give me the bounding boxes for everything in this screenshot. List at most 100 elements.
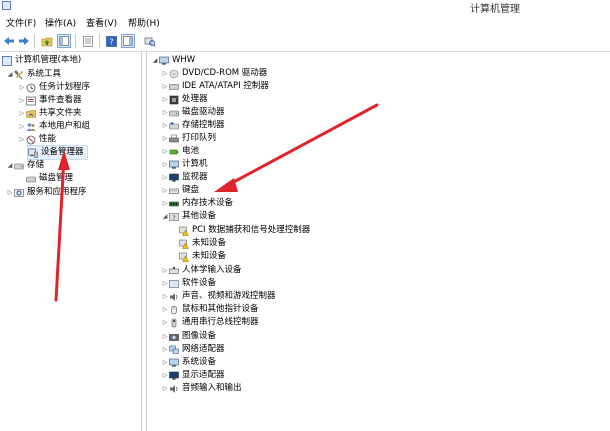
device-dvd-cdrom[interactable]: ▷ DVD/CD-ROM 驱动器 — [161, 67, 268, 80]
up-folder-icon[interactable] — [40, 34, 54, 48]
device-manager-icon — [28, 148, 38, 158]
menu-action[interactable]: 操作(A) — [45, 16, 76, 29]
ide-controller-icon — [169, 82, 179, 92]
tools-icon — [14, 69, 24, 80]
device-batteries[interactable]: ▷ 电池 — [161, 145, 199, 158]
collapse-arrow-icon[interactable]: ▷ — [6, 186, 14, 199]
expand-arrow-icon[interactable]: ◢ — [6, 68, 14, 81]
collapse-arrow-icon[interactable]: ▷ — [161, 303, 169, 316]
collapse-arrow-icon[interactable]: ▷ — [161, 330, 169, 343]
device-monitors[interactable]: ▷ 监视器 — [161, 171, 208, 184]
mouse-icon — [169, 305, 179, 315]
tree-event-viewer[interactable]: ▷ 事件查看器 — [18, 94, 82, 107]
speaker-icon — [169, 292, 179, 302]
show-hide-tree-icon[interactable] — [57, 34, 71, 48]
device-display-adapters[interactable]: ▷ 显示适配器 — [161, 369, 225, 382]
collapse-arrow-icon[interactable]: ▷ — [161, 106, 169, 119]
warning-device-icon — [179, 239, 189, 249]
device-system-devices[interactable]: ▷ 系统设备 — [161, 356, 216, 369]
collapse-arrow-icon[interactable]: ▷ — [161, 132, 169, 145]
collapse-arrow-icon[interactable]: ▷ — [161, 145, 169, 158]
hid-icon — [169, 266, 179, 276]
expand-arrow-icon[interactable]: ◢ — [161, 210, 169, 223]
device-disk-drives[interactable]: ▷ 磁盘驱动器 — [161, 106, 225, 119]
collapse-arrow-icon[interactable]: ▷ — [161, 158, 169, 171]
device-keyboards[interactable]: ▷ 键盘 — [161, 184, 199, 197]
collapse-arrow-icon[interactable]: ▷ — [161, 197, 169, 210]
back-arrow-icon[interactable] — [2, 34, 16, 48]
disk-drive-icon — [169, 108, 179, 118]
menu-view[interactable]: 查看(V) — [86, 16, 117, 29]
warning-device-icon — [179, 252, 189, 262]
collapse-arrow-icon[interactable]: ▷ — [18, 120, 26, 133]
device-usb-controllers[interactable]: ▷ 通用串行总线控制器 — [161, 316, 259, 329]
collapse-arrow-icon[interactable]: ▷ — [18, 133, 26, 146]
menu-help[interactable]: 帮助(H) — [128, 16, 160, 29]
help-icon[interactable]: ? — [104, 34, 118, 48]
menu-file[interactable]: 文件(F) — [6, 16, 36, 29]
tree-local-users-groups[interactable]: ▷ 本地用户和组 — [18, 120, 90, 133]
device-processors[interactable]: ▷ 处理器 — [161, 93, 208, 106]
collapse-arrow-icon[interactable]: ▷ — [18, 94, 26, 107]
device-imaging[interactable]: ▷ 图像设备 — [161, 330, 216, 343]
toolbar-separator — [75, 34, 76, 48]
forward-arrow-icon[interactable] — [17, 34, 31, 48]
tree-task-scheduler[interactable]: ▷ 任务计划程序 — [18, 81, 90, 94]
menu-bar: 文件(F) 操作(A) 查看(V) 帮助(H) — [0, 14, 610, 31]
svg-text:?: ? — [172, 213, 175, 221]
device-network-adapters[interactable]: ▷ 网络适配器 — [161, 343, 225, 356]
device-audio-io[interactable]: ▷ 音频输入和输出 — [161, 382, 242, 395]
tree-services-applications[interactable]: ▷ 服务和应用程序 — [6, 186, 87, 199]
expand-arrow-icon[interactable]: ◢ — [151, 54, 159, 67]
device-software[interactable]: ▷ 软件设备 — [161, 277, 216, 290]
tree-performance[interactable]: ▷ 性能 — [18, 133, 56, 146]
collapse-arrow-icon[interactable]: ▷ — [161, 67, 169, 80]
storage-controller-icon — [169, 121, 179, 131]
device-other-devices[interactable]: ◢? 其他设备 — [161, 210, 216, 223]
collapse-arrow-icon[interactable]: ▷ — [18, 107, 26, 120]
action-pane-icon[interactable] — [121, 34, 135, 48]
computer-management-icon — [2, 1, 11, 10]
tree-computer-management[interactable]: 计算机管理(本地) — [2, 54, 81, 67]
device-unknown-2[interactable]: 未知设备 — [179, 250, 226, 263]
device-unknown-1[interactable]: 未知设备 — [179, 237, 226, 250]
collapse-arrow-icon[interactable]: ▷ — [18, 81, 26, 94]
collapse-arrow-icon[interactable]: ▷ — [161, 171, 169, 184]
device-computer[interactable]: ▷ 计算机 — [161, 158, 208, 171]
shared-folder-icon — [26, 109, 36, 119]
collapse-arrow-icon[interactable]: ▷ — [161, 356, 169, 369]
computer-management-icon — [2, 55, 12, 66]
device-mice[interactable]: ▷ 鼠标和其他指针设备 — [161, 303, 259, 316]
toolbar-separator — [99, 34, 100, 48]
scan-hardware-icon[interactable] — [143, 34, 157, 48]
device-root-whw[interactable]: ◢ WHW — [151, 54, 196, 67]
device-hid[interactable]: ▷ 人体学输入设备 — [161, 264, 242, 277]
device-ide-controller[interactable]: ▷ IDE ATA/ATAPI 控制器 — [161, 80, 269, 93]
tree-system-tools[interactable]: ◢ 系统工具 — [6, 68, 61, 81]
collapse-arrow-icon[interactable]: ▷ — [161, 369, 169, 382]
collapse-arrow-icon[interactable]: ▷ — [161, 290, 169, 303]
tree-device-manager[interactable]: 设备管理器 — [27, 145, 88, 160]
device-sound-video[interactable]: ▷ 声音、视频和游戏控制器 — [161, 290, 276, 303]
collapse-arrow-icon[interactable]: ▷ — [161, 277, 169, 290]
collapse-arrow-icon[interactable]: ▷ — [161, 382, 169, 395]
tree-shared-folders[interactable]: ▷ 共享文件夹 — [18, 107, 82, 120]
properties-icon[interactable] — [81, 34, 95, 48]
collapse-arrow-icon[interactable]: ▷ — [161, 93, 169, 106]
collapse-arrow-icon[interactable]: ▷ — [161, 264, 169, 277]
expand-arrow-icon[interactable]: ◢ — [6, 159, 14, 172]
processor-icon — [169, 95, 179, 105]
storage-icon — [14, 161, 24, 171]
device-storage-controllers[interactable]: ▷ 存储控制器 — [161, 119, 225, 132]
tree-disk-management[interactable]: 磁盘管理 — [18, 172, 73, 185]
collapse-arrow-icon[interactable]: ▷ — [161, 343, 169, 356]
collapse-arrow-icon[interactable]: ▷ — [161, 184, 169, 197]
collapse-arrow-icon[interactable]: ▷ — [161, 316, 169, 329]
collapse-arrow-icon[interactable]: ▷ — [161, 119, 169, 132]
collapse-arrow-icon[interactable]: ▷ — [161, 80, 169, 93]
tree-storage[interactable]: ◢ 存储 — [6, 159, 44, 172]
clock-icon — [26, 83, 36, 93]
device-memory-technology[interactable]: ▷ 内存技术设备 — [161, 197, 233, 210]
device-print-queues[interactable]: ▷ 打印队列 — [161, 132, 216, 145]
device-pci-data-acquisition[interactable]: PCI 数据捕获和信号处理控制器 — [179, 224, 310, 237]
